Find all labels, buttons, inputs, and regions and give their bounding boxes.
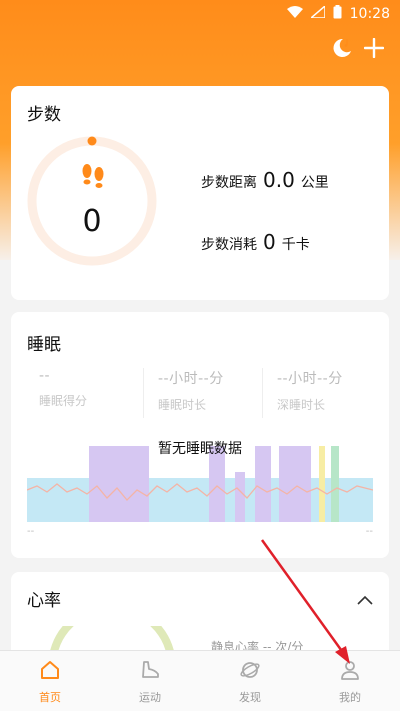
heart-rate-title: 心率 xyxy=(27,591,61,611)
sleep-music-icon[interactable] xyxy=(330,36,354,64)
battery-icon xyxy=(333,5,342,23)
sleep-score-value: -- xyxy=(39,368,51,384)
top-actions xyxy=(330,36,385,64)
nav-sport[interactable]: 运动 xyxy=(100,651,200,711)
deep-sleep-value: --小时--分 xyxy=(277,371,343,387)
sleep-axis-start: -- xyxy=(27,526,35,537)
status-bar: 10:28 xyxy=(0,0,400,28)
deep-sleep-stat: --小时--分 深睡时长 xyxy=(263,368,381,418)
calorie-value: 0 xyxy=(263,230,276,254)
sleep-duration-value: --小时--分 xyxy=(158,371,224,387)
sleep-card[interactable]: 睡眠 -- 睡眠得分 --小时--分 睡眠时长 --小时--分 深睡时长 暂无睡… xyxy=(11,312,389,558)
shoe-icon xyxy=(139,659,161,685)
sleep-stats: -- 睡眠得分 --小时--分 睡眠时长 --小时--分 深睡时长 xyxy=(25,368,381,418)
home-icon xyxy=(39,659,61,685)
sleep-axis-end: -- xyxy=(365,526,373,537)
bottom-nav: 首页 运动 发现 我的 xyxy=(0,650,400,711)
nav-home-label: 首页 xyxy=(39,691,61,704)
nav-home[interactable]: 首页 xyxy=(0,651,100,711)
sleep-score-label: 睡眠得分 xyxy=(39,394,88,408)
footprint-icon xyxy=(80,162,106,194)
nav-mine-label: 我的 xyxy=(339,691,361,704)
sleep-duration-stat: --小时--分 睡眠时长 xyxy=(144,368,263,418)
distance-label: 步数距离 xyxy=(201,175,257,191)
planet-icon xyxy=(239,659,261,685)
sleep-score-stat: -- 睡眠得分 xyxy=(25,368,144,418)
distance-unit: 公里 xyxy=(300,175,329,191)
steps-card-title: 步数 xyxy=(27,105,61,125)
steps-distance-row: 步数距离 0.0 公里 xyxy=(201,168,329,192)
status-time: 10:28 xyxy=(349,6,390,22)
deep-sleep-label: 深睡时长 xyxy=(277,398,326,412)
nav-sport-label: 运动 xyxy=(139,691,161,704)
steps-card[interactable]: 步数 0 步数距离 0.0 公里 步数消耗 0 千卡 xyxy=(11,86,389,300)
distance-value: 0.0 xyxy=(263,168,295,192)
chevron-up-icon[interactable] xyxy=(357,590,373,609)
sleep-deep-block xyxy=(235,472,245,522)
wifi-icon xyxy=(286,6,303,22)
steps-count: 0 xyxy=(82,204,102,239)
calorie-unit: 千卡 xyxy=(281,237,310,253)
steps-ring: 0 xyxy=(25,134,159,268)
sleep-no-data: 暂无睡眠数据 xyxy=(158,441,242,457)
user-icon xyxy=(339,659,361,685)
nav-discover[interactable]: 发现 xyxy=(200,651,300,711)
sleep-duration-label: 睡眠时长 xyxy=(158,398,207,412)
nav-discover-label: 发现 xyxy=(239,691,261,704)
signal-icon xyxy=(308,4,326,22)
steps-calorie-row: 步数消耗 0 千卡 xyxy=(201,230,310,254)
calorie-label: 步数消耗 xyxy=(201,237,257,253)
add-icon[interactable] xyxy=(363,37,385,62)
sleep-card-title: 睡眠 xyxy=(27,335,61,355)
nav-mine[interactable]: 我的 xyxy=(300,651,400,711)
